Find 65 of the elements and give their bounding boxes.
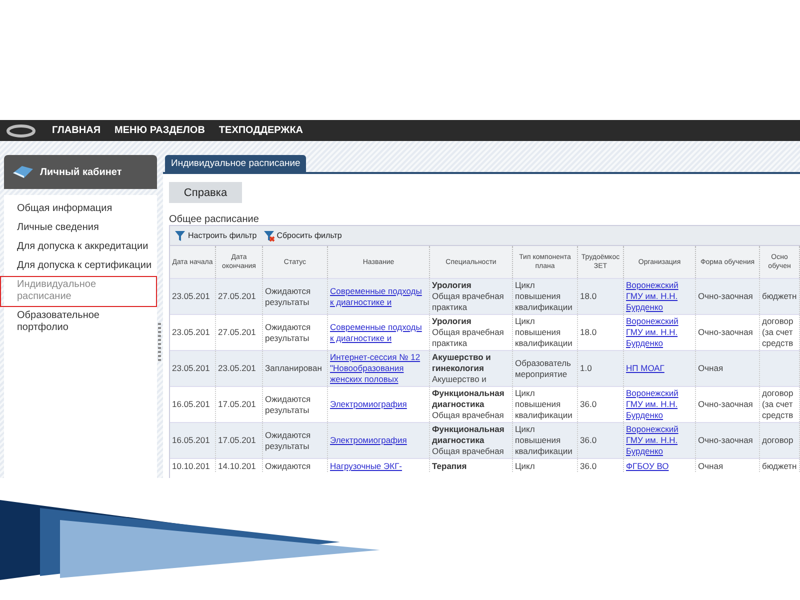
- organization-link[interactable]: Воронежский ГМУ им. Н.Н. Бурденко: [626, 424, 693, 457]
- splitter-handle[interactable]: [158, 323, 161, 363]
- table-cell: Цикл повышения квалификации: [513, 279, 578, 314]
- table-cell: 23.05.201: [170, 351, 216, 386]
- filter-clear-icon: [262, 230, 275, 242]
- nav-link[interactable]: МЕНЮ РАЗДЕЛОВ: [114, 125, 205, 136]
- sidebar-item[interactable]: Индивидуальное расписание: [0, 276, 157, 307]
- table-cell: 1.0: [578, 351, 624, 386]
- table-cell: Ожидаются: [263, 459, 328, 472]
- table-cell: 16.05.201: [170, 423, 216, 458]
- reset-filter-button[interactable]: Сбросить фильтр: [262, 230, 342, 242]
- course-link[interactable]: Современные подходы к диагностике и: [330, 286, 427, 308]
- sidebar-title: Личный кабинет: [40, 166, 122, 178]
- table-cell: Очная: [696, 351, 760, 386]
- table-cell: Очно-заочная: [696, 279, 760, 314]
- table-cell: Функциональная диагностика Общая врачебная: [430, 423, 513, 458]
- table-cell: 17.05.201: [216, 423, 263, 458]
- organization-link[interactable]: ФГБОУ ВО: [626, 461, 693, 472]
- table-cell: 27.05.201: [216, 279, 263, 314]
- table-cell: Цикл: [513, 459, 578, 472]
- table-cell: Очная: [696, 459, 760, 472]
- table-cell-text: договор (за счет средств: [762, 316, 794, 349]
- sidebar-item[interactable]: Общая информация: [0, 200, 118, 219]
- table-cell: Очно-заочная: [696, 423, 760, 458]
- table-cell-text: договор: [762, 435, 794, 446]
- sidebar-item[interactable]: Личные сведения: [0, 219, 104, 238]
- filter-button[interactable]: Настроить фильтр: [174, 230, 257, 242]
- organization-link[interactable]: Воронежский ГМУ им. Н.Н. Бурденко: [626, 388, 693, 421]
- course-link[interactable]: Электромиография: [330, 399, 427, 410]
- logo-icon: [6, 124, 36, 138]
- table-cell: бюджетн: [762, 291, 797, 302]
- book-icon: [12, 165, 34, 179]
- sidebar-item[interactable]: Для допуска к сертификации: [0, 257, 157, 276]
- filter-icon: [174, 230, 186, 242]
- organization-link[interactable]: Воронежский ГМУ им. Н.Н. Бурденко: [626, 316, 693, 349]
- table-cell: Акушерство и гинекология Акушерство и: [430, 351, 513, 386]
- table-cell: 23.05.201: [216, 351, 263, 386]
- section-title: Общее расписание: [169, 214, 260, 225]
- table-cell: Урология Общая врачебная практика: [430, 279, 513, 314]
- table-cell: 18.0: [578, 279, 624, 314]
- table-cell: Цикл повышения квалификации: [513, 423, 578, 458]
- help-button[interactable]: Справка: [169, 182, 242, 203]
- table-cell: Терапия: [430, 459, 513, 472]
- course-link[interactable]: Нагрузочные ЭКГ-: [330, 461, 427, 472]
- nav-link[interactable]: ТЕХПОДДЕРЖКА: [218, 125, 304, 136]
- table-cell: Ожидаются результаты: [263, 423, 328, 458]
- course-link[interactable]: Электромиография: [330, 435, 427, 446]
- organization-link[interactable]: Воронежский ГМУ им. Н.Н. Бурденко: [626, 280, 693, 313]
- course-link[interactable]: Современные подходы к диагностике и: [330, 322, 427, 344]
- table-cell: Ожидаются результаты: [263, 279, 328, 314]
- table-cell: 10.10.201: [170, 459, 216, 472]
- sidebar-item[interactable]: Образовательное портфолио: [0, 307, 157, 338]
- table-cell: бюджетн: [762, 461, 797, 472]
- nav-link[interactable]: ГЛАВНАЯ: [52, 125, 101, 136]
- table-cell-text: договор (за счет средств: [762, 388, 794, 421]
- table-cell: Запланирован: [263, 351, 328, 386]
- organization-link[interactable]: НП МОАГ: [626, 363, 693, 374]
- table-cell: 36.0: [578, 423, 624, 458]
- course-link[interactable]: Интернет-сессия № 12 "Новообразования женских половых: [330, 352, 427, 385]
- table-cell: 36.0: [578, 459, 624, 472]
- tab[interactable]: Индивидуальное расписание: [165, 155, 306, 172]
- table-cell: 14.10.201: [216, 459, 263, 472]
- sidebar-item[interactable]: Для допуска к аккредитации: [0, 238, 154, 257]
- table-cell: 23.05.201: [170, 279, 216, 314]
- table-cell: Образователь мероприятие: [513, 351, 578, 386]
